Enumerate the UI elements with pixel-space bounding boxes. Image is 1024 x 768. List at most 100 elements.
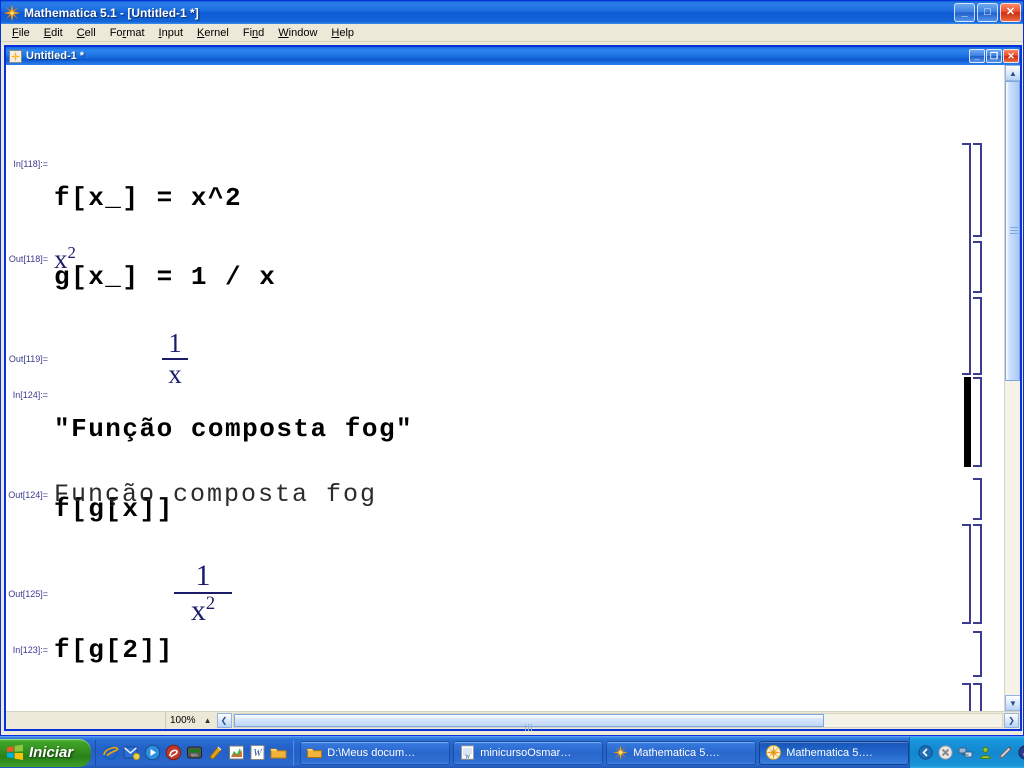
menu-cell[interactable]: Cell (70, 26, 103, 40)
media-player-icon[interactable] (144, 744, 161, 761)
notebook-status-bar: 100% ▲ ❮ ❯ (6, 711, 1020, 731)
cell-output-118[interactable]: Out[118]= x2 (6, 243, 76, 275)
tray-user-icon[interactable] (978, 745, 993, 760)
word-icon: W (460, 745, 475, 760)
cell-bracket-out-124[interactable] (973, 478, 982, 520)
zoom-level-label[interactable]: 100% (166, 715, 200, 726)
menu-file[interactable]: FFileile (5, 26, 37, 40)
cell-bracket-out-118[interactable] (973, 241, 982, 293)
cell-bracket-in-123[interactable] (973, 631, 982, 677)
hscroll-track[interactable] (232, 713, 1003, 731)
cell-bracket-in-124[interactable] (973, 377, 982, 467)
vscroll-thumb-grip (1010, 227, 1018, 235)
winamp-icon[interactable]: WA (186, 744, 203, 761)
out-125-denominator-exponent: 2 (205, 593, 216, 614)
menu-help[interactable]: Help (324, 26, 361, 40)
cell-bracket-in-124-selected[interactable] (964, 377, 971, 467)
taskbar-item-word[interactable]: W minicursoOsmar… (453, 740, 604, 765)
outlook-express-icon[interactable] (123, 744, 141, 761)
cell-bracket-group-2[interactable] (962, 524, 971, 624)
start-button-label: Iniciar (29, 744, 74, 761)
menu-window[interactable]: Window (271, 26, 324, 40)
close-button[interactable]: ✕ (1000, 3, 1021, 22)
cell-bracket-out-125[interactable] (973, 524, 982, 624)
hscroll-thumb[interactable] (233, 714, 824, 731)
vscroll-thumb[interactable] (1005, 81, 1020, 381)
zoom-up-arrow-icon[interactable]: ▲ (200, 716, 216, 725)
tray-acrobat-icon[interactable]: a (1018, 745, 1024, 760)
mathematica-icon (613, 745, 628, 760)
nb-close-button[interactable]: ✕ (1003, 49, 1019, 63)
status-message-area (6, 712, 166, 729)
maximize-glyph: □ (984, 6, 991, 18)
cell-content-out-118: x2 (54, 243, 76, 275)
notebook-window: Untitled-1 * _ ❐ ✕ In[118]:= f[x_] = x^2… (4, 45, 1022, 731)
cell-label-in-124: In[124]:= (12, 390, 48, 400)
hscroll-left-glyph: ❮ (220, 716, 228, 725)
notebook-spikey-icon (9, 49, 22, 63)
taskbar-item-mathematica-2[interactable]: Mathematica 5…. (759, 740, 910, 765)
scroll-up-glyph: ▲ (1009, 68, 1017, 78)
notebook-vertical-scrollbar[interactable]: ▲ ▼ (1004, 65, 1020, 711)
tray-antivirus-icon[interactable] (938, 745, 953, 760)
app-titlebar[interactable]: Mathematica 5.1 - [Untitled-1 *] _ □ ✕ (1, 1, 1023, 24)
cell-bracket-in-118[interactable] (973, 143, 982, 237)
notebook-titlebar[interactable]: Untitled-1 * _ ❐ ✕ (6, 47, 1020, 65)
cell-bracket-group-3[interactable] (962, 683, 971, 711)
mathematica-spikey-icon (4, 4, 20, 21)
internet-explorer-icon[interactable] (102, 744, 119, 761)
cell-bracket-group-1[interactable] (962, 143, 971, 375)
cell-bracket-column (954, 65, 984, 711)
minimize-button[interactable]: _ (954, 3, 975, 22)
taskbar-item-mathematica-1[interactable]: Mathematica 5…. (606, 740, 757, 765)
hscroll-right-button[interactable]: ❯ (1004, 713, 1019, 728)
menubar: FFileile Edit Cell Format Input Kernel F… (1, 24, 1023, 42)
nb-restore-button[interactable]: ❐ (986, 49, 1002, 63)
taskbar-item-explorer[interactable]: D:\Meus docum… (300, 740, 451, 765)
notebook-canvas[interactable]: In[118]:= f[x_] = x^2 g[x_] = 1 / x Out[… (6, 65, 1004, 711)
tray-show-hidden-icon[interactable] (918, 745, 933, 760)
out-125-fraction: 1 x2 (174, 561, 232, 626)
word-icon[interactable]: W (249, 744, 266, 761)
cell-input-123[interactable]: In[123]:= f[g[2]] (6, 635, 174, 665)
nb-minimize-button[interactable]: _ (969, 49, 985, 63)
vscroll-track[interactable] (1005, 81, 1020, 695)
system-tray: a 23:43 (909, 736, 1024, 768)
notebook-body: In[118]:= f[x_] = x^2 g[x_] = 1 / x Out[… (6, 65, 1020, 731)
folder-icon[interactable] (270, 744, 287, 761)
powerpoint-icon[interactable] (228, 744, 245, 761)
cell-label-out-119: Out[119]= (8, 354, 48, 364)
cell-content-out-124: Função composta fog (54, 480, 378, 509)
taskbar-item-word-label: minicursoOsmar… (480, 746, 572, 759)
cell-bracket-out-123[interactable] (973, 683, 982, 711)
in-118-line-2: g[x_] = 1 / x (54, 262, 277, 292)
close-glyph: ✕ (1005, 6, 1016, 18)
scroll-up-button[interactable]: ▲ (1005, 65, 1020, 81)
app-title: Mathematica 5.1 - [Untitled-1 *] (24, 5, 199, 20)
taskbar-buttons: D:\Meus docum… W minicursoOsmar… Mathema… (294, 740, 910, 765)
menu-format[interactable]: Format (103, 26, 152, 40)
tray-network-icon[interactable] (958, 745, 973, 760)
tray-pen-icon[interactable] (998, 745, 1013, 760)
scroll-down-button[interactable]: ▼ (1005, 695, 1020, 711)
mathematica-icon (766, 745, 782, 760)
cell-output-123[interactable]: Out[123]= 1 4 (6, 687, 188, 711)
hscroll-left-button[interactable]: ❮ (216, 713, 232, 728)
mathematica-application-window: Mathematica 5.1 - [Untitled-1 *] _ □ ✕ F… (0, 0, 1024, 736)
maximize-button[interactable]: □ (977, 3, 998, 22)
start-button[interactable]: Iniciar (0, 738, 92, 767)
out-125-denominator: x2 (187, 594, 219, 626)
realplayer-icon[interactable] (165, 744, 182, 761)
cell-output-124[interactable]: Out[124]= Função composta fog (6, 480, 377, 509)
taskbar: Iniciar WA W D:\Meus docum… W minicursoO… (0, 736, 1024, 768)
cell-label-out-124: Out[124]= (8, 489, 48, 500)
hscroll-right-glyph: ❯ (1008, 716, 1015, 725)
menu-edit[interactable]: Edit (37, 26, 70, 40)
cell-label-out-125: Out[125]= (8, 588, 48, 599)
taskbar-item-explorer-label: D:\Meus docum… (327, 746, 416, 759)
menu-kernel[interactable]: Kernel (190, 26, 236, 40)
menu-input[interactable]: Input (152, 26, 190, 40)
cell-bracket-out-119[interactable] (973, 297, 982, 375)
shortcut-icon[interactable] (207, 744, 224, 761)
menu-find[interactable]: Find (236, 26, 271, 40)
